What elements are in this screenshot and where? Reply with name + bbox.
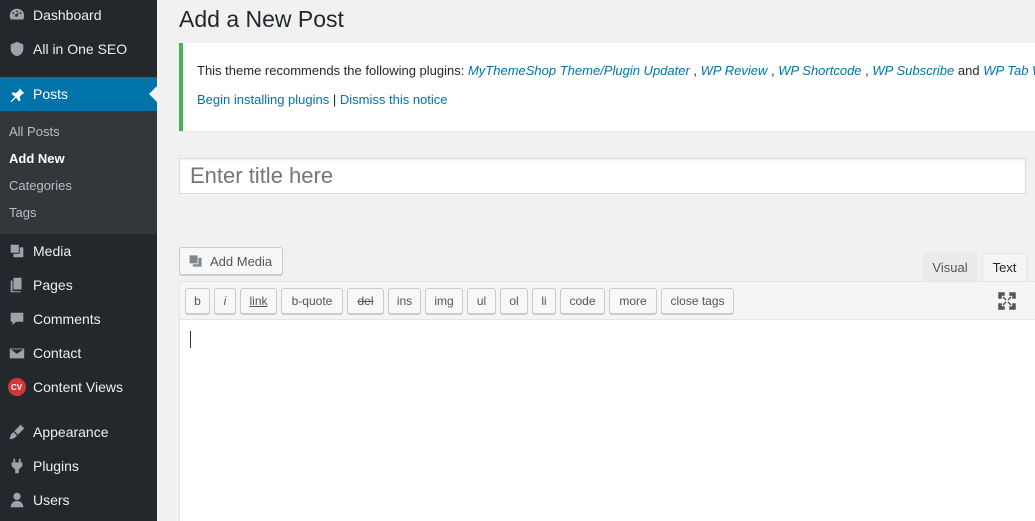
- notice-separator: ,: [861, 63, 873, 78]
- qt-italic-button[interactable]: i: [214, 288, 236, 314]
- sidebar-item-plugins[interactable]: Plugins: [0, 449, 157, 483]
- sidebar-item-label: Contact: [33, 345, 82, 361]
- notice-line: This theme recommends the following plug…: [197, 63, 1035, 78]
- sidebar-item-contact[interactable]: Contact: [0, 336, 157, 370]
- text-caret: [190, 331, 191, 348]
- add-media-button[interactable]: Add Media: [179, 247, 283, 275]
- tab-visual[interactable]: Visual: [923, 253, 977, 282]
- sidebar-item-comments[interactable]: Comments: [0, 302, 157, 336]
- qt-link-button[interactable]: link: [240, 288, 277, 314]
- dismiss-notice-link[interactable]: Dismiss this notice: [340, 92, 448, 107]
- pages-icon: [0, 276, 33, 294]
- mail-icon: [0, 344, 33, 362]
- notice-prefix: This theme recommends the following plug…: [197, 63, 468, 78]
- sidebar-item-label: Media: [33, 243, 72, 259]
- qt-ol-button[interactable]: ol: [500, 288, 528, 314]
- plugin-link-wp-shortcode[interactable]: WP Shortcode: [778, 63, 861, 78]
- sidebar-item-content-views[interactable]: CV Content Views: [0, 370, 157, 404]
- post-title-input[interactable]: [179, 158, 1026, 194]
- cv-badge: CV: [7, 378, 26, 396]
- sidebar-item-posts[interactable]: Posts: [0, 77, 157, 111]
- qt-ul-button[interactable]: ul: [467, 288, 496, 314]
- submenu-tags[interactable]: Tags: [0, 199, 157, 226]
- sidebar-item-media[interactable]: Media: [0, 234, 157, 268]
- sidebar-item-label: Plugins: [33, 458, 79, 474]
- notice-separator: ,: [689, 63, 701, 78]
- editor-container: b i link b-quote del ins img ul ol li co…: [179, 281, 1035, 521]
- post-content-textarea[interactable]: [180, 320, 1035, 521]
- qt-del-button[interactable]: del: [347, 288, 384, 314]
- media-icon: [0, 242, 33, 260]
- brush-icon: [0, 423, 33, 441]
- plugin-notice: This theme recommends the following plug…: [179, 43, 1035, 131]
- sidebar-item-appearance[interactable]: Appearance: [0, 415, 157, 449]
- sidebar-item-label: Content Views: [33, 379, 124, 395]
- plugin-link-updater[interactable]: MyThemeShop Theme/Plugin Updater: [468, 63, 690, 78]
- qt-li-button[interactable]: li: [532, 288, 556, 314]
- media-icon: [189, 255, 202, 267]
- sidebar-item-pages[interactable]: Pages: [0, 268, 157, 302]
- submenu-add-new[interactable]: Add New: [0, 145, 157, 172]
- shield-icon: [0, 40, 33, 58]
- sidebar-item-label: Posts: [33, 86, 69, 102]
- quicktags-toolbar: b i link b-quote del ins img ul ol li co…: [180, 282, 1035, 320]
- notice-actions: Begin installing plugins | Dismiss this …: [197, 92, 1035, 107]
- sidebar-item-label: Pages: [33, 277, 73, 293]
- posts-submenu: All Posts Add New Categories Tags: [0, 111, 157, 234]
- fullscreen-button[interactable]: [998, 292, 1016, 310]
- plugin-icon: [0, 457, 33, 475]
- sidebar-item-label: Users: [33, 492, 70, 508]
- qt-img-button[interactable]: img: [425, 288, 463, 314]
- qt-code-button[interactable]: code: [560, 288, 605, 314]
- notice-separator: ,: [767, 63, 779, 78]
- plugin-link-wp-review[interactable]: WP Review: [701, 63, 768, 78]
- sidebar-item-users[interactable]: Users: [0, 483, 157, 517]
- page-title: Add a New Post: [179, 6, 344, 32]
- cv-icon: CV: [0, 378, 33, 396]
- tab-text[interactable]: Text: [982, 253, 1027, 282]
- plugin-link-wp-subscribe[interactable]: WP Subscribe: [872, 63, 954, 78]
- qt-close-tags-button[interactable]: close tags: [661, 288, 734, 314]
- begin-installing-link[interactable]: Begin installing plugins: [197, 92, 329, 107]
- user-icon: [0, 491, 33, 509]
- plugin-link-wp-tab-widget[interactable]: WP Tab Widget: [983, 63, 1035, 78]
- sidebar-item-label: Comments: [33, 311, 101, 327]
- sidebar-item-all-in-one-seo[interactable]: All in One SEO: [0, 32, 157, 66]
- submenu-categories[interactable]: Categories: [0, 172, 157, 199]
- sidebar-item-label: Appearance: [33, 424, 109, 440]
- sidebar-item-label: Dashboard: [33, 7, 102, 23]
- admin-sidebar: Dashboard All in One SEO Posts All Posts…: [0, 0, 157, 521]
- comments-icon: [0, 310, 33, 328]
- notice-pipe: |: [329, 92, 340, 107]
- submenu-all-posts[interactable]: All Posts: [0, 118, 157, 145]
- fullscreen-icon: [998, 292, 1016, 310]
- sidebar-item-dashboard[interactable]: Dashboard: [0, 0, 157, 32]
- dashboard-icon: [0, 6, 33, 24]
- notice-and: and: [954, 63, 984, 78]
- qt-ins-button[interactable]: ins: [388, 288, 421, 314]
- qt-bold-button[interactable]: b: [185, 288, 210, 314]
- pin-icon: [0, 85, 33, 103]
- add-media-label: Add Media: [210, 253, 273, 269]
- sidebar-item-label: All in One SEO: [33, 41, 128, 57]
- qt-more-button[interactable]: more: [609, 288, 657, 314]
- main-content: Add a New Post This theme recommends the…: [157, 0, 1035, 521]
- qt-blockquote-button[interactable]: b-quote: [281, 288, 343, 314]
